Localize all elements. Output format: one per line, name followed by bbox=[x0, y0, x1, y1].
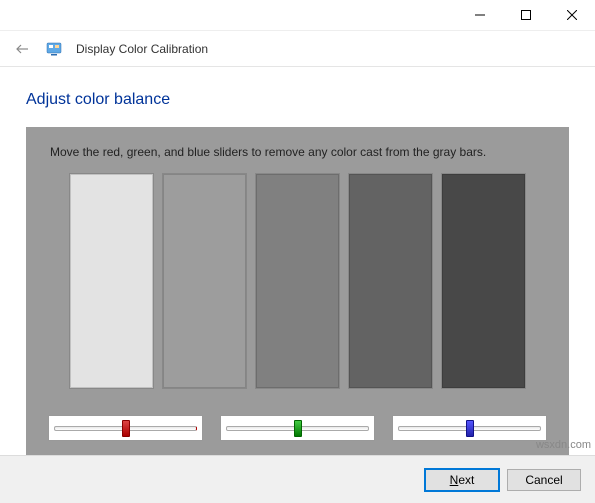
gray-swatch-row bbox=[46, 173, 549, 389]
next-button[interactable]: Next bbox=[425, 469, 499, 491]
slider-thumb[interactable] bbox=[466, 420, 474, 437]
close-button[interactable] bbox=[549, 0, 595, 30]
gray-swatch bbox=[348, 173, 433, 389]
next-button-rest: ext bbox=[458, 473, 474, 487]
gray-swatch bbox=[441, 173, 526, 389]
green-slider[interactable] bbox=[220, 415, 375, 441]
app-icon bbox=[46, 41, 62, 57]
calibration-stage: Move the red, green, and blue sliders to… bbox=[26, 127, 569, 455]
gray-swatch bbox=[69, 173, 154, 389]
slider-row bbox=[46, 415, 549, 441]
wizard-footer: Next Cancel bbox=[0, 455, 595, 503]
minimize-button[interactable] bbox=[457, 0, 503, 30]
red-slider[interactable] bbox=[48, 415, 203, 441]
slider-thumb[interactable] bbox=[294, 420, 302, 437]
gray-swatch bbox=[162, 173, 247, 389]
app-title: Display Color Calibration bbox=[76, 42, 208, 56]
back-icon[interactable] bbox=[12, 39, 32, 59]
page-heading: Adjust color balance bbox=[26, 91, 569, 109]
wizard-header: Display Color Calibration bbox=[0, 31, 595, 67]
instruction-text: Move the red, green, and blue sliders to… bbox=[46, 145, 549, 159]
window-titlebar bbox=[0, 0, 595, 31]
content-area: Adjust color balance Move the red, green… bbox=[0, 67, 595, 455]
watermark-text: wsxdn.com bbox=[536, 439, 591, 451]
cancel-button[interactable]: Cancel bbox=[507, 469, 581, 491]
blue-slider[interactable] bbox=[392, 415, 547, 441]
slider-thumb[interactable] bbox=[122, 420, 130, 437]
maximize-button[interactable] bbox=[503, 0, 549, 30]
gray-swatch bbox=[255, 173, 340, 389]
